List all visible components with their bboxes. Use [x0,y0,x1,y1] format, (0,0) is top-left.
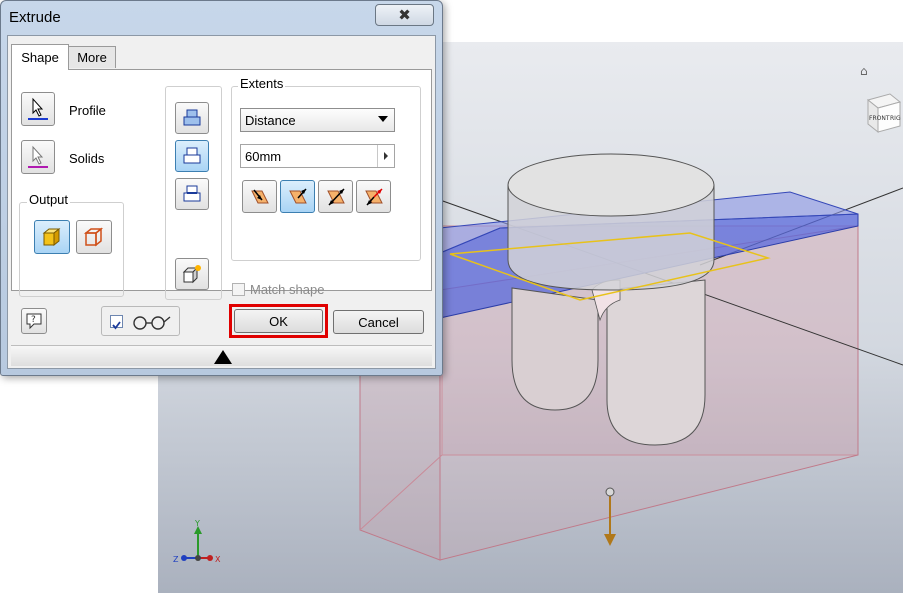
ok-button[interactable]: OK [234,309,323,333]
output-solid-button[interactable] [34,220,70,254]
svg-text:X: X [215,555,221,564]
match-shape-checkbox[interactable] [232,283,245,296]
check-icon [112,321,121,330]
extents-group-title: Extents [238,76,286,91]
svg-text:RIG: RIG [890,115,901,122]
viewcube-icon[interactable]: FRONT RIG [860,90,902,134]
new-solid-button[interactable] [175,258,209,290]
dialog-expander[interactable] [11,345,432,366]
symmetric-button[interactable] [318,180,353,213]
dialog-client: Shape More Profile Solids Output Extents… [7,35,436,369]
intersect-icon [183,185,201,202]
expand-arrow-icon[interactable] [214,350,232,364]
leg-right [606,279,706,446]
join-button[interactable] [175,102,209,134]
svg-text:FRONT: FRONT [869,115,890,122]
close-button[interactable]: ✖ [375,4,434,26]
direction-2-icon [288,188,307,203]
asymmetric-button[interactable] [356,180,391,213]
svg-text:Z: Z [173,555,179,564]
tab-shape-label: Shape [21,50,59,65]
cancel-button[interactable]: Cancel [333,310,424,334]
cursor-arrow-icon [28,145,48,168]
dialog-title: Extrude [9,9,61,26]
symmetric-icon [326,187,345,206]
direction-1-icon [250,189,269,203]
cut-button[interactable] [175,140,209,172]
distance-flyout-button[interactable] [377,145,394,167]
chevron-down-icon [378,116,388,122]
solid-cube-icon [42,227,61,247]
home-icon[interactable]: ⌂ [860,64,868,78]
solids-select-button[interactable] [21,140,55,174]
profile-select-button[interactable] [21,92,55,126]
match-shape-label: Match shape [250,282,325,297]
svg-text:Y: Y [194,520,200,528]
distance-input[interactable]: 60mm [240,144,395,168]
cursor-arrow-icon [28,97,48,120]
new-solid-icon [182,265,201,284]
intersect-button[interactable] [175,178,209,210]
chevron-right-icon [384,152,388,160]
dialog-titlebar[interactable]: Extrude ✖ [1,1,442,35]
svg-text:?: ? [31,315,36,325]
profile-label: Profile [69,103,106,118]
cancel-label: Cancel [358,314,399,330]
asymmetric-icon [364,187,383,205]
axis-triad-icon: Y Z X [173,520,221,564]
solids-label: Solids [69,151,105,166]
output-group-title: Output [27,192,71,207]
cylinder-top [507,153,715,217]
cut-icon [183,147,201,164]
direction-1-button[interactable] [242,180,277,213]
ok-label: OK [269,313,288,329]
tab-more-label: More [77,50,107,65]
output-surface-button[interactable] [76,220,112,254]
surface-cube-icon [83,227,104,247]
direction-2-button[interactable] [280,180,315,213]
help-button[interactable]: ? [21,308,47,334]
preview-checkbox[interactable] [110,315,123,330]
join-icon [183,109,201,126]
distance-value: 60mm [245,148,282,164]
extents-dropdown-value: Distance [245,112,296,128]
extrude-dialog: Extrude ✖ Shape More Profile Solids Outp… [0,0,443,376]
extents-dropdown[interactable]: Distance [240,108,395,132]
glasses-icon [133,316,171,330]
close-icon: ✖ [398,6,411,24]
leg-left [511,287,599,411]
help-icon: ? [26,313,42,330]
shape-tab-panel: Profile Solids Output Extents Distance 6… [11,69,432,300]
tab-more[interactable]: More [68,46,116,68]
tab-shape[interactable]: Shape [11,44,69,70]
